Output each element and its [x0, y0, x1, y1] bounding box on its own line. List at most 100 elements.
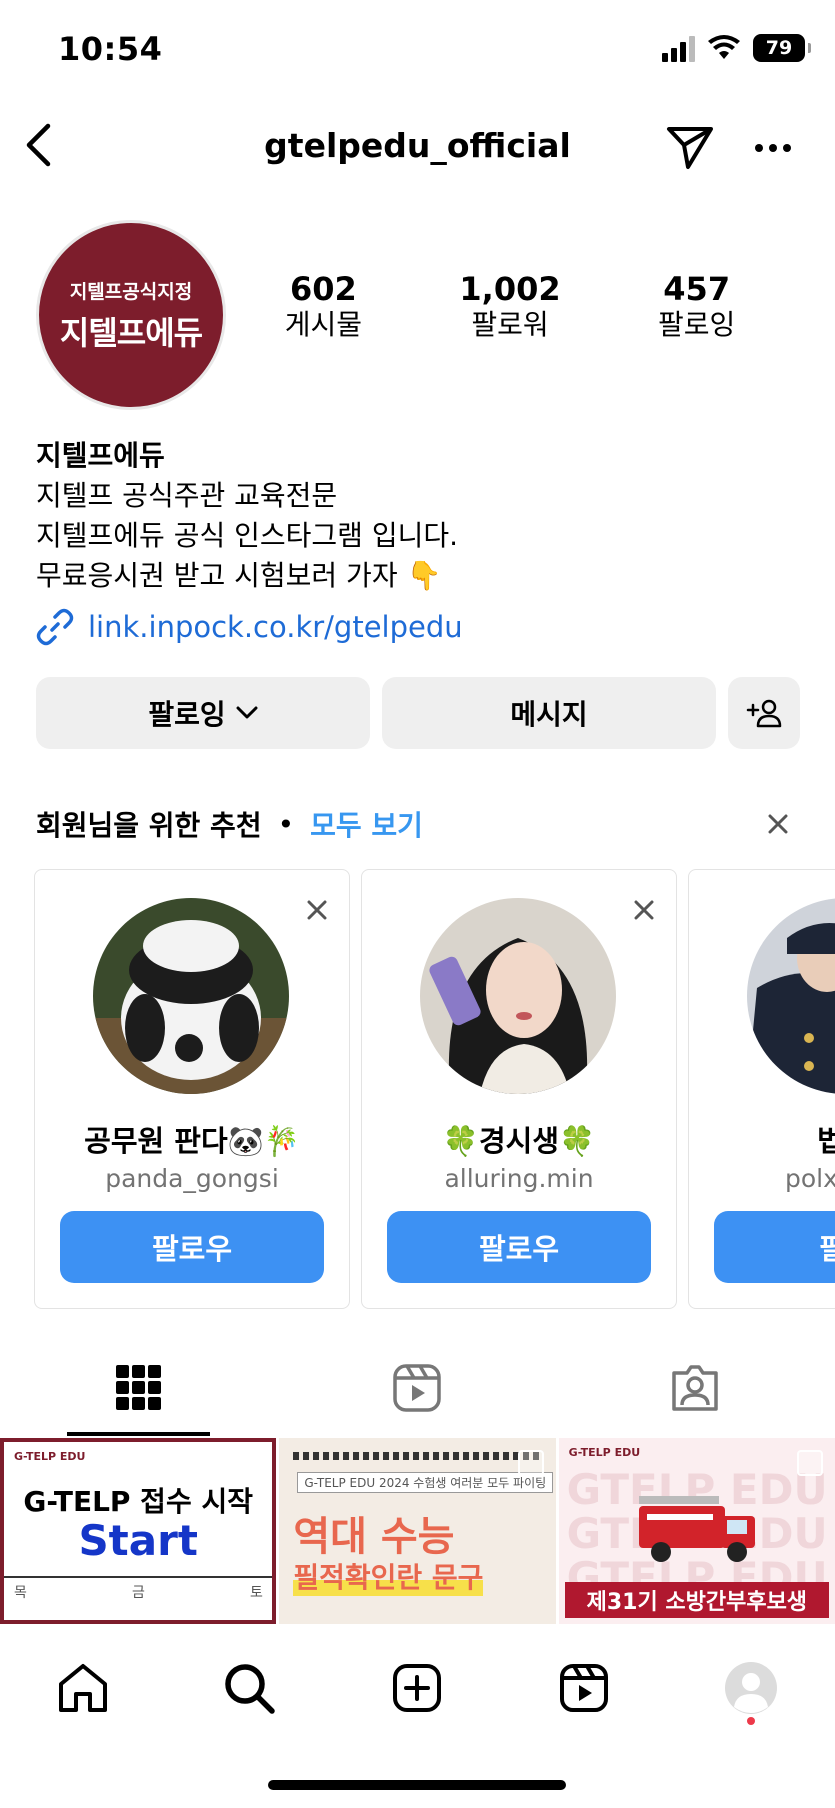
close-icon	[307, 900, 327, 920]
paper-plane-icon	[667, 127, 713, 169]
suggestion-avatar[interactable]	[747, 898, 835, 1094]
tagged-person-icon	[672, 1365, 718, 1411]
profile-stats: 602 게시물 1,002 팔로워 457 팔로잉	[230, 270, 790, 342]
more-options-button[interactable]	[748, 128, 798, 168]
cellular-signal-icon	[662, 34, 695, 62]
follow-button[interactable]: 팔로	[714, 1211, 835, 1283]
post-headline: 역대 수능	[293, 1514, 455, 1560]
suggestion-handle: panda_gongsi	[105, 1164, 279, 1193]
stat-label: 게시물	[284, 308, 362, 342]
following-label: 팔로잉	[148, 698, 226, 731]
suggestion-cards: 공무원 판다🐼🎋 panda_gongsi 팔로우 🍀경시생🍀 alluring…	[34, 869, 835, 1309]
dismiss-suggestion-button[interactable]	[626, 892, 662, 928]
post-tag: G-TELP EDU	[14, 1450, 86, 1463]
nav-reels[interactable]	[544, 1648, 624, 1728]
home-indicator	[268, 1780, 566, 1790]
close-icon	[634, 900, 654, 920]
avatar-text-small: 지텔프공식지정	[69, 280, 193, 303]
wifi-icon	[708, 35, 740, 59]
profile-avatar-icon	[725, 1662, 777, 1714]
post-thumbnail[interactable]: G-TELP EDU G-TELP 접수 시작 Start 목 금 토	[0, 1438, 277, 1624]
status-bar: 10:54 79	[0, 0, 835, 100]
add-post-icon	[393, 1664, 441, 1712]
chevron-down-icon	[236, 706, 258, 719]
suggestion-handle: alluring.min	[444, 1164, 594, 1193]
tab-reels[interactable]	[278, 1340, 556, 1436]
link-icon	[36, 608, 74, 646]
more-dots-icon	[755, 144, 791, 152]
reels-icon	[393, 1364, 441, 1412]
suggestion-name: 공무원 판다🐼🎋	[84, 1124, 300, 1158]
battery-icon: 79	[753, 34, 811, 62]
suggestion-card: 공무원 판다🐼🎋 panda_gongsi 팔로우	[34, 869, 350, 1309]
suggestion-name: 🍀경시생🍀	[442, 1124, 596, 1158]
post-calendar: 목 금 토	[4, 1576, 273, 1620]
suggestion-card: 🍀경시생🍀 alluring.min 팔로우	[361, 869, 677, 1309]
suggest-people-button[interactable]	[728, 677, 800, 749]
profile-tabs	[0, 1340, 835, 1436]
nav-create[interactable]	[377, 1648, 457, 1728]
fire-truck-illustration	[638, 1496, 755, 1562]
home-icon	[59, 1664, 107, 1712]
posts-grid: G-TELP EDU G-TELP 접수 시작 Start 목 금 토 G-TE…	[0, 1438, 835, 1624]
carousel-icon	[517, 1450, 544, 1476]
stat-value: 602	[289, 270, 357, 308]
separator-dot: •	[277, 807, 295, 841]
see-all-link[interactable]: 모두 보기	[310, 804, 423, 844]
bio-line: 지텔프 공식주관 교육전문	[36, 479, 338, 512]
grid-icon	[116, 1365, 161, 1410]
notification-dot	[747, 1717, 755, 1725]
active-tab-indicator	[67, 1432, 210, 1436]
post-accent: Start	[78, 1516, 198, 1565]
dismiss-suggestion-button[interactable]	[299, 892, 335, 928]
profile-header: gtelpedu_official	[0, 112, 835, 182]
post-tag: G-TELP EDU 2024 수험생 여러분 모두 파이팅	[297, 1472, 554, 1493]
search-icon	[225, 1664, 275, 1714]
profile-name: 지텔프에듀	[36, 439, 165, 472]
stat-label: 팔로잉	[658, 308, 736, 342]
calendar-day: 목	[14, 1585, 27, 1601]
nav-profile[interactable]	[711, 1648, 791, 1728]
nav-search[interactable]	[209, 1648, 289, 1728]
suggestion-avatar[interactable]	[93, 898, 289, 1094]
suggestions-title: 회원님을 위한 추천	[36, 809, 262, 842]
share-button[interactable]	[660, 120, 720, 176]
calendar-day: 토	[250, 1585, 263, 1601]
calendar-day: 금	[132, 1585, 145, 1601]
bio-line: 무료응시권 받고 시험보러 가자 👇	[36, 559, 442, 592]
suggestion-card: 법 polx 팔로	[688, 869, 835, 1309]
message-button[interactable]: 메시지	[382, 677, 716, 749]
bio-line: 지텔프에듀 공식 인스타그램 입니다.	[36, 519, 459, 552]
suggestion-avatar[interactable]	[420, 898, 616, 1094]
nav-home[interactable]	[43, 1648, 123, 1728]
profile-link[interactable]: link.inpock.co.kr/gtelpedu	[36, 608, 463, 646]
stat-following[interactable]: 457 팔로잉	[603, 270, 790, 342]
suggestion-handle: polx	[785, 1164, 835, 1193]
tab-tagged[interactable]	[556, 1340, 834, 1436]
stat-label: 팔로워	[471, 308, 549, 342]
stat-value: 457	[663, 270, 731, 308]
suggestions-header: 회원님을 위한 추천 • 모두 보기	[36, 802, 800, 846]
suggestion-name: 법	[817, 1124, 835, 1158]
post-banner: 제31기 소방간부후보생	[564, 1582, 829, 1618]
post-thumbnail[interactable]: G-TELP EDU 2024 수험생 여러분 모두 파이팅 역대 수능 필적확…	[279, 1438, 556, 1624]
message-label: 메시지	[510, 698, 588, 731]
tab-posts-grid[interactable]	[0, 1340, 278, 1436]
stat-followers[interactable]: 1,002 팔로워	[417, 271, 604, 342]
stat-posts[interactable]: 602 게시물	[230, 270, 417, 342]
avatar-text-large: 지텔프에듀	[59, 313, 203, 352]
post-tag: G-TELP EDU	[568, 1446, 641, 1459]
profile-actions: 팔로잉 메시지	[36, 677, 800, 749]
following-button[interactable]: 팔로잉	[36, 677, 370, 749]
follow-button[interactable]: 팔로우	[60, 1211, 324, 1283]
close-icon	[768, 814, 788, 834]
post-headline: G-TELP 접수 시작	[23, 1485, 253, 1518]
profile-avatar[interactable]: 지텔프공식지정 지텔프에듀	[36, 220, 226, 410]
add-person-icon	[746, 699, 782, 728]
reels-icon	[560, 1664, 608, 1712]
profile-bio: 지텔프에듀 지텔프 공식주관 교육전문 지텔프에듀 공식 인스타그램 입니다. …	[36, 436, 458, 596]
post-thumbnail[interactable]: G-TELP EDU GTELP EDU GTELP EDU GTELP EDU…	[558, 1438, 835, 1624]
follow-button[interactable]: 팔로우	[387, 1211, 651, 1283]
close-suggestions-button[interactable]	[756, 802, 800, 846]
status-time: 10:54	[58, 30, 163, 68]
